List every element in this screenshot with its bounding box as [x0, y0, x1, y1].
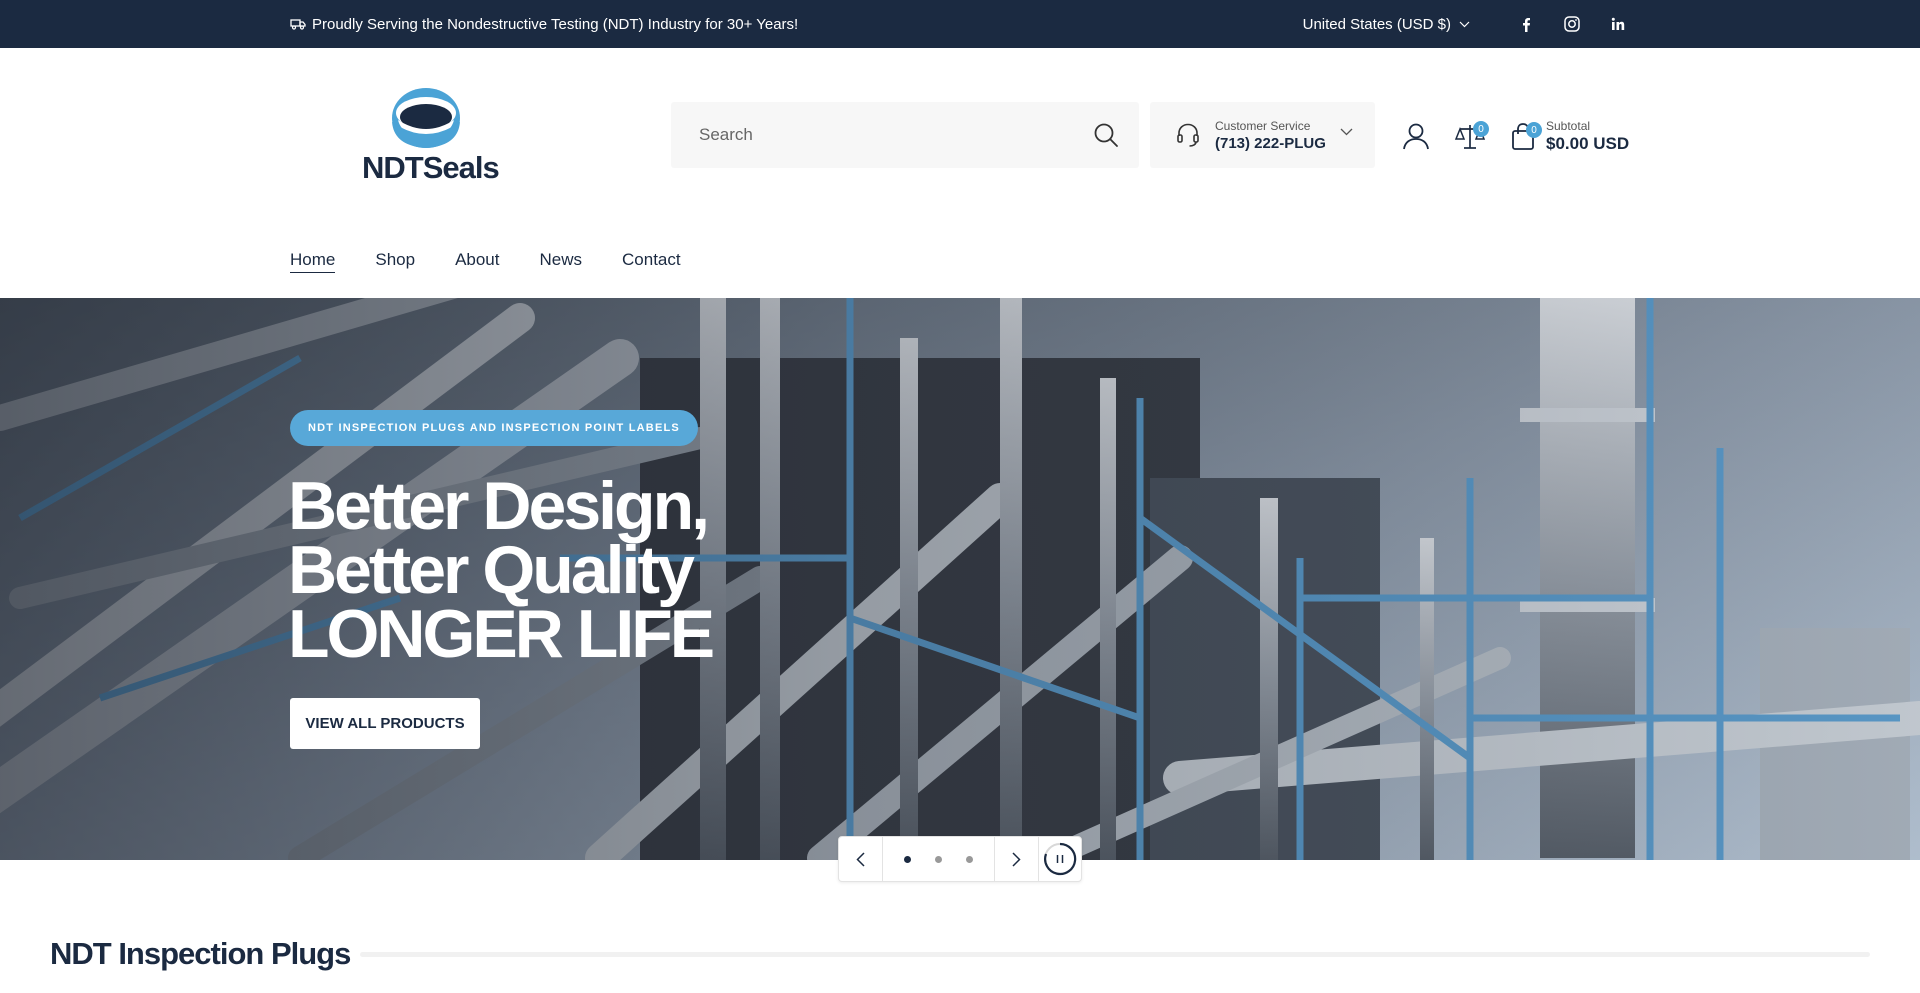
pause-slideshow-button[interactable]	[1039, 837, 1081, 881]
chevron-left-icon	[856, 851, 865, 867]
main-nav: Home Shop About News Contact	[290, 250, 721, 273]
customer-service-dropdown[interactable]: Customer Service (713) 222-PLUG	[1150, 102, 1375, 168]
search-bar	[671, 102, 1139, 168]
cart-subtotal[interactable]: Subtotal $0.00 USD	[1546, 119, 1629, 154]
hero-tag: NDT INSPECTION PLUGS AND INSPECTION POIN…	[290, 410, 698, 446]
site-header: NDTSeals Customer Service (713) 222-PLUG	[0, 48, 1920, 298]
announcement: Proudly Serving the Nondestructive Testi…	[290, 0, 798, 48]
next-slide-button[interactable]	[995, 837, 1039, 881]
search-icon[interactable]	[1093, 122, 1119, 148]
pause-icon	[1044, 842, 1077, 876]
announcement-bar: Proudly Serving the Nondestructive Testi…	[0, 0, 1920, 48]
nav-home[interactable]: Home	[290, 250, 336, 273]
hero-headline: Better Design, Better Quality LONGER LIF…	[288, 468, 715, 672]
hero-slideshow: NDT INSPECTION PLUGS AND INSPECTION POIN…	[0, 298, 1920, 860]
slide-dot-1[interactable]	[904, 855, 911, 863]
currency-label: United States (USD $)	[1302, 15, 1451, 33]
headset-icon	[1177, 123, 1199, 147]
hero-headline-line-1: Better Design,	[288, 468, 710, 544]
hero-headline-line-3: LONGER LIFE	[288, 596, 715, 672]
chevron-right-icon	[1012, 851, 1021, 867]
slideshow-controls	[838, 836, 1082, 882]
announcement-text: Proudly Serving the Nondestructive Testi…	[312, 15, 799, 33]
cart-count-badge: 0	[1526, 122, 1542, 138]
view-all-products-button[interactable]: VIEW ALL PRODUCTS	[290, 698, 480, 749]
section-title: NDT Inspection Plugs	[50, 936, 351, 971]
subtotal-label: Subtotal	[1546, 119, 1591, 133]
hero-headline-line-2: Better Quality	[288, 532, 695, 608]
logo-mark	[392, 88, 460, 148]
facebook-icon[interactable]	[1514, 12, 1538, 36]
section-divider	[360, 952, 1870, 957]
slide-dot-3[interactable]	[966, 855, 973, 863]
slide-dots	[883, 837, 995, 881]
search-input[interactable]	[671, 102, 1071, 168]
previous-slide-button[interactable]	[839, 837, 883, 881]
service-phone: (713) 222-PLUG	[1215, 134, 1326, 152]
nav-contact[interactable]: Contact	[622, 250, 681, 273]
subtotal-value: $0.00 USD	[1546, 134, 1630, 153]
brand-name: NDTSeals	[362, 150, 500, 185]
compare-count-badge: 0	[1473, 121, 1489, 137]
nav-shop[interactable]: Shop	[375, 250, 415, 273]
truck-icon	[290, 19, 306, 30]
linkedin-icon[interactable]	[1606, 12, 1630, 36]
nav-news[interactable]: News	[540, 250, 583, 273]
chevron-down-icon	[1459, 21, 1470, 27]
brand-logo[interactable]: NDTSeals	[360, 86, 500, 186]
account-icon[interactable]	[1400, 120, 1432, 152]
chevron-down-icon	[1340, 128, 1353, 136]
currency-selector[interactable]: United States (USD $)	[1303, 16, 1470, 33]
service-label: Customer Service	[1215, 118, 1311, 133]
nav-about[interactable]: About	[455, 250, 499, 273]
slide-dot-2[interactable]	[935, 855, 942, 863]
instagram-icon[interactable]	[1560, 12, 1584, 36]
